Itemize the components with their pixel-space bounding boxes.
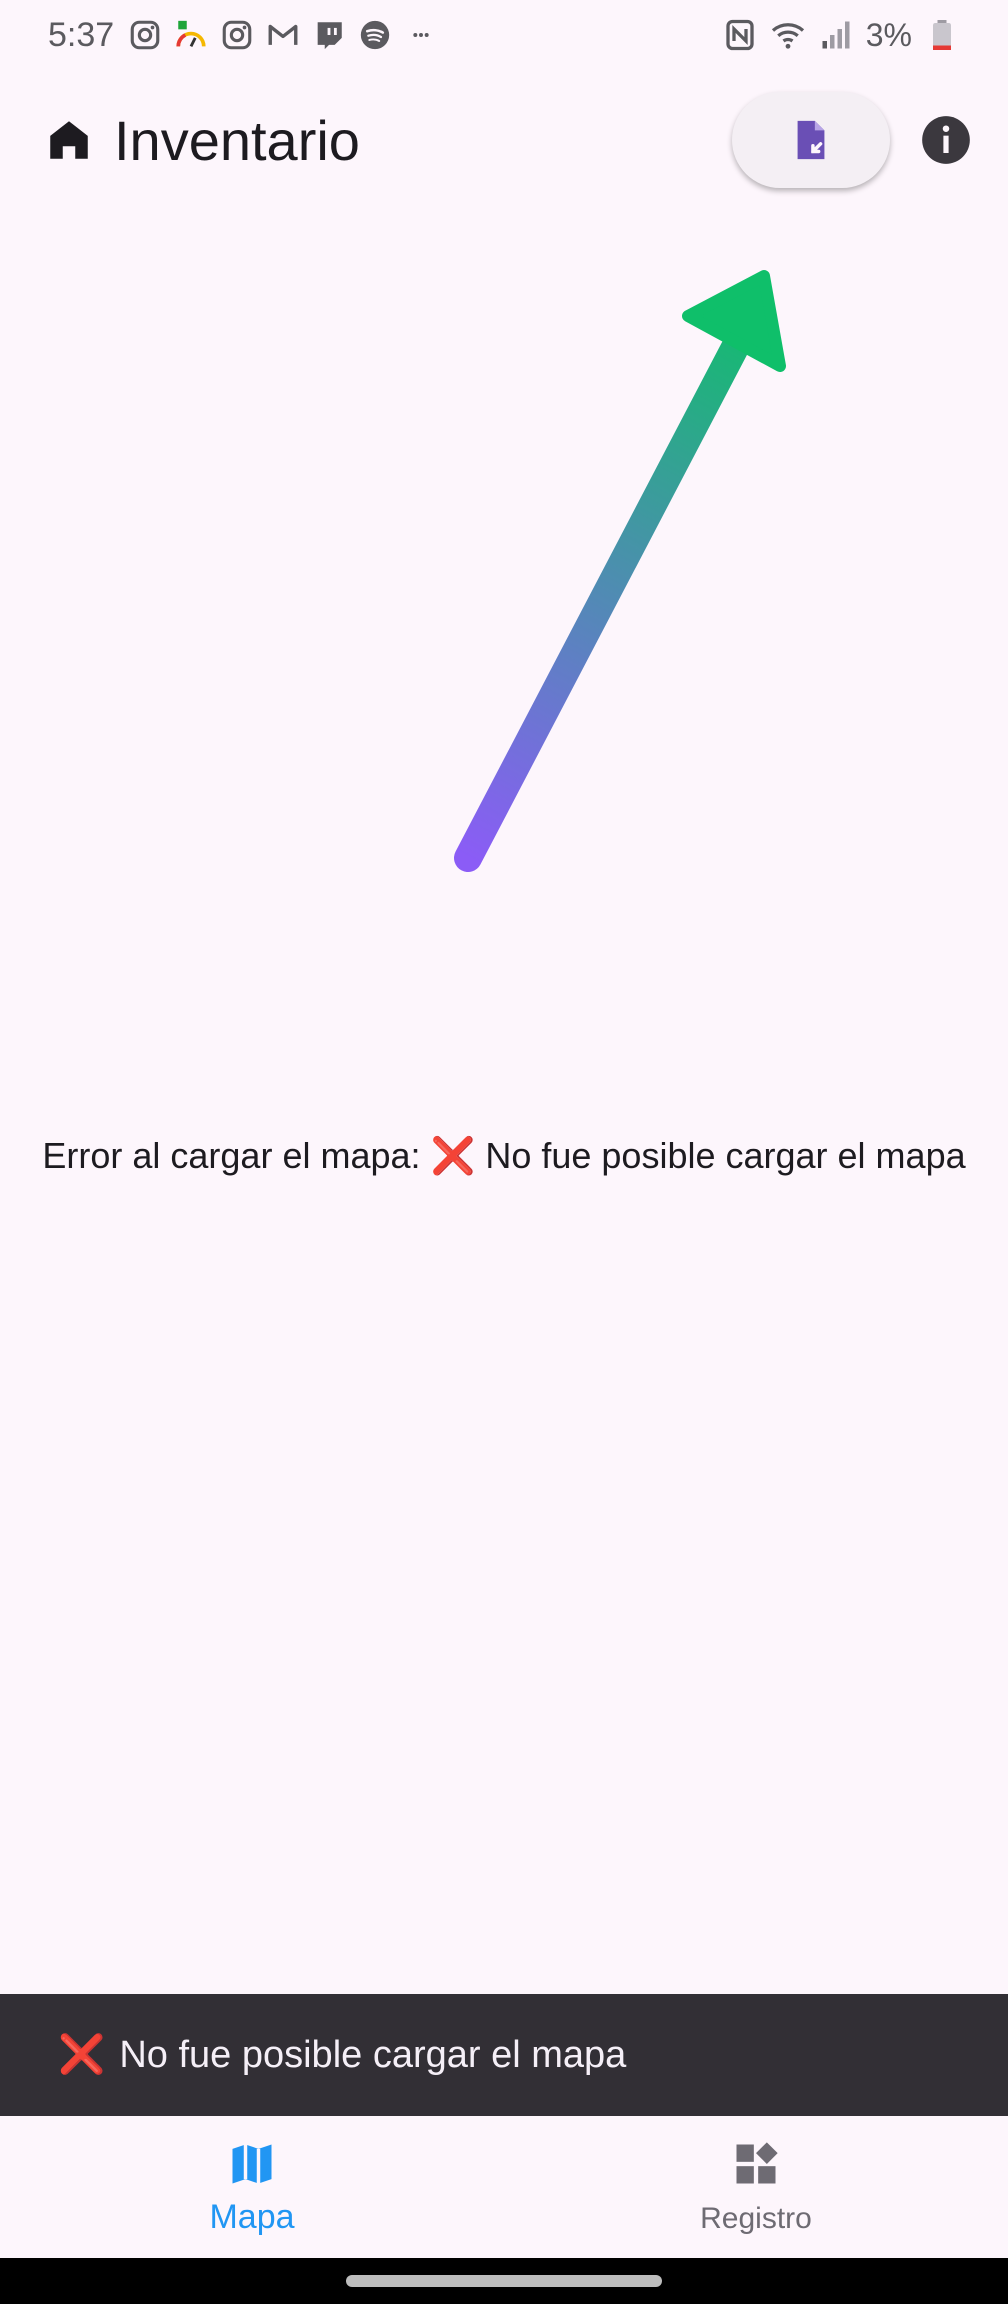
spotify-icon xyxy=(361,20,390,50)
status-bar: 5:37 3% xyxy=(0,0,1008,70)
widgets-icon xyxy=(736,2142,778,2184)
map-icon xyxy=(232,2144,272,2183)
wifi-icon xyxy=(771,23,804,49)
battery-icon xyxy=(933,20,951,50)
bottom-navigation: Mapa Registro xyxy=(0,2116,1008,2258)
nav-item-registro[interactable]: Registro xyxy=(504,2116,1008,2258)
nav-label-registro: Registro xyxy=(700,2202,812,2235)
page-title: Inventario xyxy=(114,108,360,172)
nfc-icon xyxy=(726,19,754,51)
error-x-icon: ❌ xyxy=(58,2034,106,2076)
notification-icons xyxy=(128,18,438,52)
gesture-handle[interactable] xyxy=(346,2275,662,2287)
status-time: 5:37 xyxy=(48,15,115,54)
nav-item-mapa[interactable]: Mapa xyxy=(0,2116,504,2258)
signal-icon xyxy=(822,21,850,49)
import-file-button[interactable] xyxy=(732,92,890,188)
home-icon[interactable] xyxy=(44,115,94,165)
info-button[interactable] xyxy=(918,112,974,168)
battery-percent: 3% xyxy=(865,16,912,53)
instagram-icon xyxy=(130,20,160,50)
twitch-icon xyxy=(317,22,342,50)
system-icons: 3% xyxy=(722,17,960,54)
gesture-navigation-area xyxy=(0,2258,1008,2304)
snackbar-message: No fue posible cargar el mapa xyxy=(119,2033,627,2076)
nav-label-mapa: Mapa xyxy=(209,2197,295,2236)
instagram-icon xyxy=(222,20,252,50)
info-icon xyxy=(922,116,970,164)
more-dots-icon xyxy=(413,33,429,37)
map-error-message: Error al cargar el mapa: ❌ No fue posibl… xyxy=(42,1135,966,1176)
app-gauge-icon xyxy=(176,20,206,47)
file-import-icon xyxy=(797,120,825,160)
gmail-icon xyxy=(268,24,298,45)
app-bar: Inventario xyxy=(0,90,1008,190)
snackbar: ❌ No fue posible cargar el mapa xyxy=(0,1994,1008,2116)
